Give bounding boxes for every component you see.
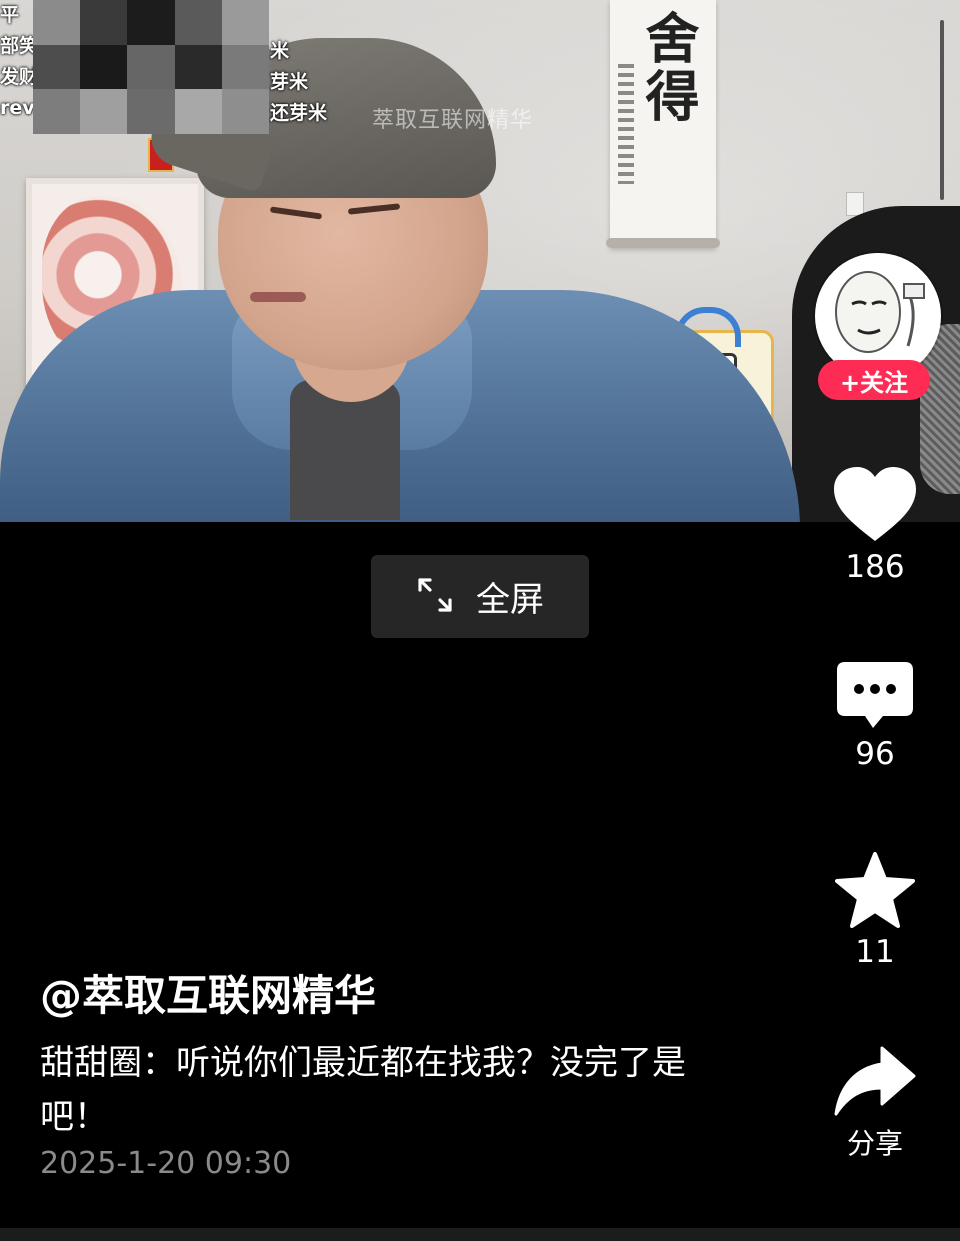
like-count: 186 — [845, 549, 905, 585]
share-label: 分享 — [846, 1127, 903, 1160]
person-mouth — [250, 292, 306, 302]
expand-icon — [416, 576, 454, 618]
comment-icon — [837, 662, 913, 728]
danmaku-item: 还芽米 — [270, 102, 328, 124]
pixelated-mosaic — [33, 0, 269, 134]
favorite-count: 11 — [855, 934, 895, 970]
star-icon — [835, 852, 915, 928]
calligraphy-scroll: 舍得 — [606, 0, 720, 248]
fullscreen-label: 全屏 — [476, 580, 544, 620]
comment-button[interactable]: 96 — [820, 660, 930, 772]
video-player[interactable]: 舍得 平 部笑 发财 rev 米 芽米 还芽米 萃取互联网精华 — [0, 0, 960, 522]
comment-count: 96 — [855, 736, 895, 772]
video-watermark: 萃取互联网精华 — [372, 108, 534, 133]
share-arrow-icon — [834, 1046, 916, 1116]
danmaku-item: 芽米 — [270, 71, 309, 93]
danmaku-right: 米 芽米 还芽米 — [270, 36, 327, 129]
like-button[interactable]: 186 — [820, 465, 930, 585]
danmaku-item: 米 — [270, 40, 290, 62]
share-button[interactable]: 分享 — [820, 1046, 930, 1162]
bottom-bar — [0, 1228, 960, 1241]
follow-button[interactable]: +关注 — [818, 360, 930, 400]
video-description: 甜甜圈：听说你们最近都在找我？没完了是吧！ — [40, 1043, 686, 1137]
wall-socket — [846, 192, 864, 216]
cable — [940, 20, 944, 200]
favorite-button[interactable]: 11 — [820, 852, 930, 970]
heart-icon — [834, 467, 916, 541]
meme-face-icon — [835, 271, 925, 353]
post-timestamp: 2025-1-20 09:30 — [40, 1146, 292, 1181]
fullscreen-button[interactable]: 全屏 — [371, 555, 589, 638]
author-name[interactable]: @萃取互联网精华 — [40, 962, 376, 1023]
